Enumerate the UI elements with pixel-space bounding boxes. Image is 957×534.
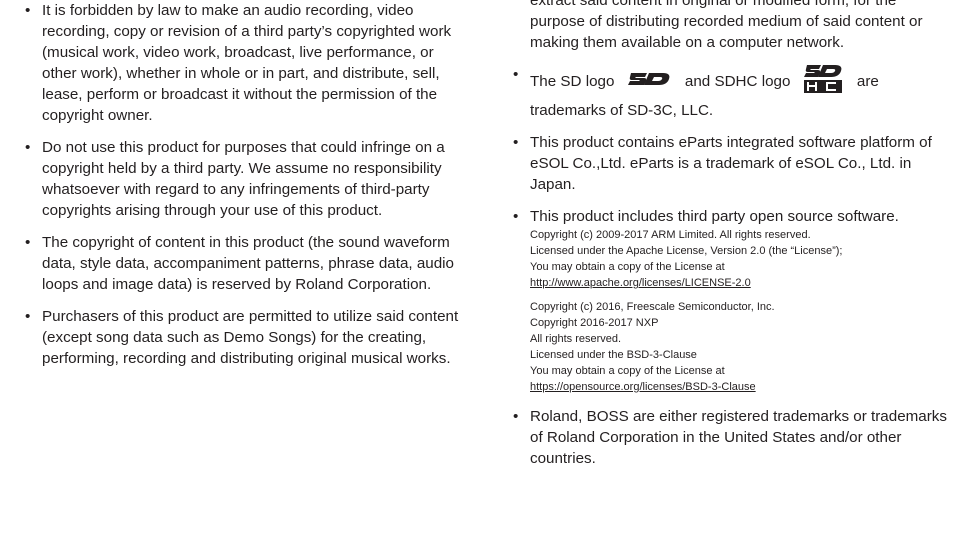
arm-license: Copyright (c) 2009-2017 ARM Limited. All… [530, 227, 955, 291]
sdhc-logo [803, 64, 845, 100]
list-item: • It is forbidden by law to make an audio… [25, 2, 452, 124]
bsd-license-link[interactable]: https://opensource.org/licenses/BSD-3-Cl… [530, 379, 955, 395]
apache-license-link[interactable]: http://www.apache.org/licenses/LICENSE-2… [530, 275, 955, 291]
list-item: • Purchasers of this product are permitte… [25, 308, 459, 367]
right-column: extract said content in original or modi… [510, 0, 955, 480]
list-item: • Do not use this product for purposes th… [25, 139, 445, 219]
sd-logo [627, 71, 673, 93]
license-block: Copyright (c) 2009-2017 ARM Limited. All… [530, 227, 955, 395]
list-item-open-source: • This product includes third party open… [510, 206, 955, 395]
list-item-eparts: • This product contains eParts integrated… [513, 134, 932, 193]
continued-text: extract said content in original or modi… [530, 0, 923, 51]
nxp-license: Copyright (c) 2016, Freescale Semiconduc… [530, 299, 955, 395]
left-column: • It is forbidden by law to make an audio… [22, 0, 462, 380]
list-item-roland-trademark: • Roland, BOSS are either registered trad… [513, 408, 947, 467]
list-item-sd-trademark: • The SD logo and SDHC logo are trademar… [513, 64, 879, 119]
list-item: • The copyright of content in this produc… [25, 234, 455, 293]
